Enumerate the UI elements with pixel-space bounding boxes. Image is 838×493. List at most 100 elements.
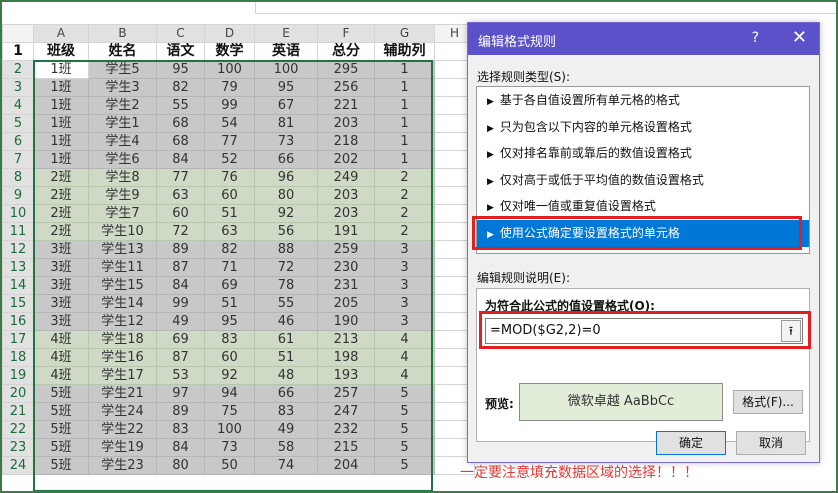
rule-type-item[interactable]: ▶ 只为包含以下内容的单元格设置格式 xyxy=(477,114,809,141)
cell[interactable]: 2 xyxy=(374,204,435,223)
cell[interactable]: 60 xyxy=(204,186,255,205)
cell[interactable]: 247 xyxy=(317,402,375,421)
cell[interactable]: 191 xyxy=(317,222,375,241)
cell[interactable]: 249 xyxy=(317,168,375,187)
row-header[interactable]: 10 xyxy=(2,204,34,223)
cell[interactable]: 74 xyxy=(254,456,318,475)
cell[interactable]: 203 xyxy=(317,204,375,223)
cell[interactable]: 230 xyxy=(317,258,375,277)
cell[interactable]: 3班 xyxy=(33,294,89,313)
cell[interactable]: 3班 xyxy=(33,240,89,259)
cell[interactable]: 52 xyxy=(204,150,255,169)
cell[interactable]: 95 xyxy=(204,312,255,331)
cell[interactable]: 73 xyxy=(204,438,255,457)
cell[interactable]: 1 xyxy=(374,96,435,115)
cell[interactable]: 56 xyxy=(254,222,318,241)
cell[interactable]: 学生13 xyxy=(88,240,157,259)
cell[interactable]: 学生23 xyxy=(88,456,157,475)
cell[interactable]: 82 xyxy=(204,240,255,259)
cell[interactable]: 83 xyxy=(254,402,318,421)
cell[interactable]: 190 xyxy=(317,312,375,331)
cell[interactable]: 203 xyxy=(317,114,375,133)
cell[interactable]: 1班 xyxy=(33,78,89,97)
cell[interactable]: 204 xyxy=(317,456,375,475)
cell[interactable]: 2 xyxy=(374,186,435,205)
cell[interactable]: 95 xyxy=(156,60,205,79)
cell[interactable]: 1班 xyxy=(33,114,89,133)
cell[interactable]: 66 xyxy=(254,150,318,169)
cell[interactable]: 94 xyxy=(204,384,255,403)
cell[interactable]: 75 xyxy=(204,402,255,421)
cell[interactable]: 1班 xyxy=(33,60,89,79)
row-header[interactable]: 19 xyxy=(2,366,34,385)
cell[interactable]: 5 xyxy=(374,402,435,421)
header-cell[interactable]: 总分 xyxy=(317,42,375,61)
cell[interactable]: 学生6 xyxy=(88,150,157,169)
cell[interactable]: 83 xyxy=(156,420,205,439)
cell[interactable]: 61 xyxy=(254,330,318,349)
row-header[interactable]: 5 xyxy=(2,114,34,133)
close-icon[interactable]: ✕ xyxy=(792,27,807,48)
row-header[interactable]: 13 xyxy=(2,258,34,277)
cell[interactable]: 学生24 xyxy=(88,402,157,421)
row-header[interactable]: 6 xyxy=(2,132,34,151)
cell[interactable]: 学生16 xyxy=(88,348,157,367)
cell[interactable]: 50 xyxy=(204,456,255,475)
cell[interactable]: 3 xyxy=(374,276,435,295)
row-header[interactable]: 22 xyxy=(2,420,34,439)
cell[interactable]: 学生12 xyxy=(88,312,157,331)
cell[interactable]: 215 xyxy=(317,438,375,457)
cell[interactable]: 259 xyxy=(317,240,375,259)
cell[interactable]: 73 xyxy=(254,132,318,151)
cell[interactable]: 295 xyxy=(317,60,375,79)
cell[interactable]: 80 xyxy=(254,186,318,205)
header-cell[interactable]: 班级 xyxy=(33,42,89,61)
col-header-c[interactable]: C xyxy=(156,24,205,43)
cell[interactable]: 4班 xyxy=(33,366,89,385)
rule-type-item[interactable]: ▶ 仅对高于或低于平均值的数值设置格式 xyxy=(477,167,809,194)
cell[interactable]: 学生22 xyxy=(88,420,157,439)
cell[interactable]: 55 xyxy=(254,294,318,313)
cell[interactable]: 221 xyxy=(317,96,375,115)
header-cell[interactable]: 英语 xyxy=(254,42,318,61)
cell[interactable]: 3班 xyxy=(33,258,89,277)
row-header[interactable]: 2 xyxy=(2,60,34,79)
row-header[interactable]: 1 xyxy=(2,42,34,61)
cell[interactable]: 2 xyxy=(374,222,435,241)
cell[interactable]: 58 xyxy=(254,438,318,457)
cell[interactable]: 学生7 xyxy=(88,204,157,223)
cell[interactable]: 3 xyxy=(374,258,435,277)
cell[interactable]: 2班 xyxy=(33,168,89,187)
cell[interactable]: 3班 xyxy=(33,312,89,331)
cell[interactable]: 5班 xyxy=(33,384,89,403)
cell[interactable]: 1 xyxy=(374,78,435,97)
cell[interactable]: 1班 xyxy=(33,150,89,169)
col-header-d[interactable]: D xyxy=(204,24,255,43)
select-all-corner[interactable] xyxy=(2,24,34,43)
cell[interactable]: 学生9 xyxy=(88,186,157,205)
header-cell[interactable]: 辅助列 xyxy=(374,42,435,61)
cell[interactable]: 99 xyxy=(156,294,205,313)
cell[interactable]: 54 xyxy=(204,114,255,133)
cell[interactable]: 78 xyxy=(254,276,318,295)
cell[interactable]: 69 xyxy=(204,276,255,295)
col-header-a[interactable]: A xyxy=(33,24,89,43)
col-header-e[interactable]: E xyxy=(254,24,318,43)
cell[interactable]: 学生10 xyxy=(88,222,157,241)
cell[interactable]: 198 xyxy=(317,348,375,367)
col-header-b[interactable]: B xyxy=(88,24,157,43)
cell[interactable]: 5 xyxy=(374,456,435,475)
row-header[interactable]: 20 xyxy=(2,384,34,403)
cell[interactable]: 2班 xyxy=(33,222,89,241)
header-cell[interactable]: 姓名 xyxy=(88,42,157,61)
cell[interactable]: 76 xyxy=(204,168,255,187)
cell[interactable]: 3 xyxy=(374,294,435,313)
cell[interactable]: 2 xyxy=(374,168,435,187)
cell[interactable]: 53 xyxy=(156,366,205,385)
cell[interactable]: 学生18 xyxy=(88,330,157,349)
cell[interactable]: 89 xyxy=(156,402,205,421)
cell[interactable]: 5 xyxy=(374,384,435,403)
cell[interactable]: 69 xyxy=(156,330,205,349)
cell[interactable]: 学生15 xyxy=(88,276,157,295)
cell[interactable]: 231 xyxy=(317,276,375,295)
